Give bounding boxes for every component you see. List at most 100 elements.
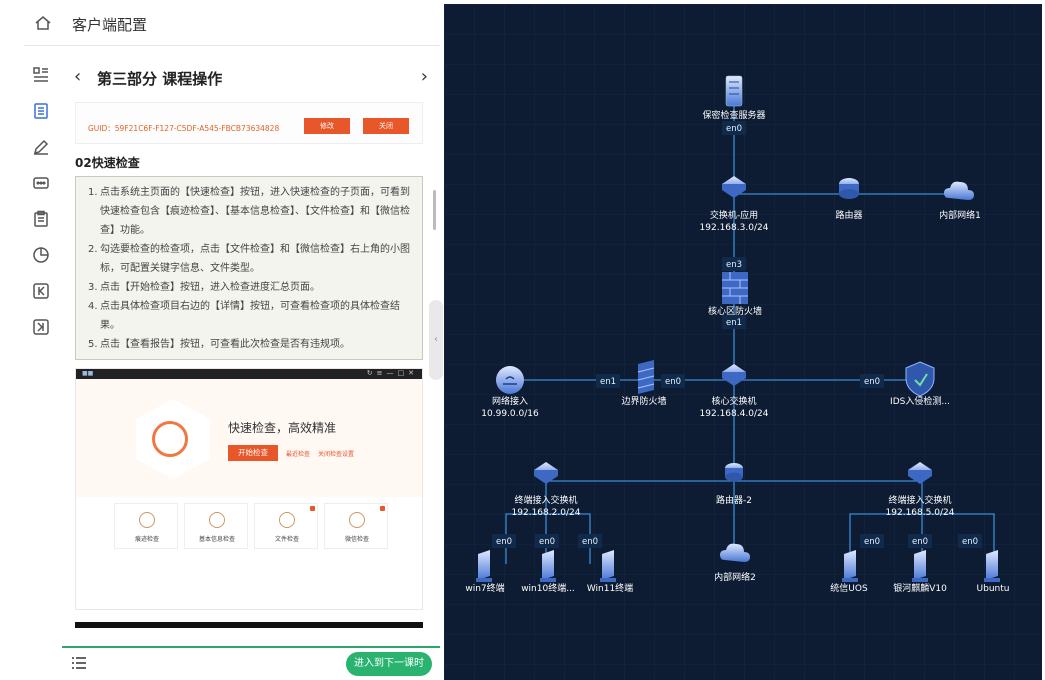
prev-chapter-icon[interactable] [32, 282, 52, 302]
steps-box: 1. 点击系统主页面的【快速检查】按钮，进入快速检查的子页面，可看到快速检查包含【… [75, 176, 423, 360]
port-tag: en1 [600, 377, 616, 387]
port-tag: en0 [496, 537, 512, 547]
start-check-button: 开始检查 [228, 445, 278, 461]
port-tag: en0 [539, 537, 555, 547]
node-label: 边界防火墙 [621, 395, 666, 407]
modify-button[interactable]: 修改 [304, 118, 350, 134]
page-title: 客户端配置 [72, 16, 148, 34]
port-tag: en0 [726, 124, 742, 134]
screenshot-titlebar: ■■ ↻≡—□✕ [76, 369, 422, 379]
node-label: 路由器-2 [716, 494, 752, 506]
course-panel: ‹ 第三部分 课程操作 › GUID：59F21C6F-F127-C5DF-A5… [62, 46, 440, 646]
server-icon[interactable] [725, 75, 743, 107]
node-subnet: 192.168.2.0/24 [512, 508, 581, 518]
step-item: 4. 点击具体检查项目右边的【详情】按钮，可查看检查项的具体检查结果。 [88, 301, 400, 331]
step-item: 3. 点击【开始检查】按钮，进入检查进度汇总页面。 [88, 282, 320, 293]
step-item: 1. 点击系统主页面的【快速检查】按钮，进入快速检查的子页面，可看到快速检查包含【… [88, 187, 410, 236]
port-tag: en3 [726, 260, 742, 270]
document-icon[interactable] [32, 102, 52, 122]
check-cards: 痕迹检查 基本信息检查 文件检查 微信检查 [76, 497, 422, 557]
wechat-icon [349, 512, 365, 528]
app-logo-icon: ■■ [82, 370, 94, 377]
pie-chart-icon[interactable] [32, 246, 52, 266]
subsection-title: 02快速检查 [75, 156, 140, 170]
section-heading: 第三部分 课程操作 [97, 70, 223, 88]
quick-check-icon [136, 399, 210, 479]
basic-info-card: 基本信息检查 [184, 503, 248, 549]
node-label: 终端接入交换机 [514, 494, 577, 506]
node-label: 交换机-应用 [710, 209, 758, 221]
screenshot-headline: 快速检查，高效精准 [228, 421, 337, 435]
guid-card: GUID：59F21C6F-F127-C5DF-A545-FBCB7363482… [75, 102, 423, 144]
node-label: IDS入侵检测... [890, 395, 950, 407]
fingerprint-icon [139, 512, 155, 528]
node-subnet: 192.168.4.0/24 [700, 409, 769, 419]
file-check-card: 文件检查 [254, 503, 318, 549]
settings-badge-icon [380, 506, 385, 511]
step-item: 2. 勾选要检查的检查项，点击【文件检查】和【微信检查】右上角的小图标，可配置关键… [88, 244, 410, 274]
next-lesson-button[interactable]: 进入到下一课时 [346, 652, 432, 676]
pencil-icon[interactable] [32, 138, 52, 158]
settings-badge-icon [310, 506, 315, 511]
screenshot-hero: 快速检查，高效精准 开始检查 最近检查 关闭检查设置 [76, 379, 422, 497]
embedded-screenshot: ■■ ↻≡—□✕ 快速检查，高效精准 开始检查 最近检查 关闭检查设置 痕迹检查… [75, 368, 423, 610]
node-label: 银河麒麟V10 [893, 582, 947, 594]
node-label: 内部网络1 [939, 209, 981, 221]
port-tag: en0 [912, 537, 928, 547]
top-bar: 客户端配置 [24, 0, 440, 46]
window-controls-icon: ↻≡—□✕ [366, 369, 418, 377]
node-label: 核心交换机 [711, 395, 756, 407]
step-item: 5. 点击【查看报告】按钮，可查看此次检查是否有违规项。 [88, 339, 350, 350]
node-subnet: 10.99.0.0/16 [481, 409, 539, 419]
node-label: win10终端... [521, 582, 575, 594]
content-scroll[interactable]: GUID：59F21C6F-F127-C5DF-A545-FBCB7363482… [62, 102, 440, 646]
recent-check-link: 最近检查 [286, 451, 311, 458]
router-icon[interactable] [496, 366, 524, 394]
app-root: 客户端配置 ‹ 第三部分 课程操作 › GUID：59F21C6F-F127-C… [0, 0, 1045, 680]
chevron-right-icon[interactable]: › [421, 66, 428, 87]
list-menu-icon[interactable] [70, 654, 88, 672]
trace-check-card: 痕迹检查 [114, 503, 178, 549]
port-tag: en0 [665, 377, 681, 387]
panel-footer: 进入到下一课时 [62, 646, 440, 680]
panel-header: ‹ 第三部分 课程操作 › [62, 46, 440, 102]
chevron-left-icon[interactable]: ‹ [74, 66, 81, 87]
close-button[interactable]: 关闭 [363, 118, 409, 134]
info-icon [209, 512, 225, 528]
router-icon[interactable] [725, 463, 743, 482]
icon-rail [24, 0, 60, 680]
port-tag: en1 [726, 318, 742, 328]
node-label: Win11终端 [587, 582, 633, 594]
topology-svg: 保密检查服务器 交换机-应用 192.168.3.0/24 路由器 内部网络1 [444, 4, 1042, 680]
firewall-icon[interactable] [722, 272, 748, 304]
node-label: 内部网络2 [714, 571, 756, 583]
port-tag: en0 [864, 377, 880, 387]
outline-icon[interactable] [32, 66, 52, 86]
more-icon[interactable] [32, 174, 52, 194]
wechat-check-card: 微信检查 [324, 503, 388, 549]
node-subnet: 192.168.3.0/24 [700, 223, 769, 233]
guid-text: GUID：59F21C6F-F127-C5DF-A545-FBCB7363482… [88, 124, 280, 133]
node-label: 统信UOS [830, 582, 868, 594]
router-icon[interactable] [839, 178, 859, 199]
node-label: 网络接入 [492, 395, 528, 407]
port-tag: en0 [962, 537, 978, 547]
scrollbar-thumb[interactable] [433, 190, 436, 230]
topology-canvas[interactable]: 保密检查服务器 交换机-应用 192.168.3.0/24 路由器 内部网络1 [444, 4, 1042, 680]
panel-splitter[interactable]: ‹ [429, 0, 443, 680]
embedded-screenshot-2 [75, 622, 423, 646]
file-search-icon [279, 512, 295, 528]
check-settings-link: 关闭检查设置 [318, 451, 355, 458]
node-label: 路由器 [835, 209, 862, 221]
firewall-icon[interactable] [637, 360, 655, 394]
node-label: win7终端 [465, 582, 504, 594]
clipboard-icon[interactable] [32, 210, 52, 230]
node-subnet: 192.168.5.0/24 [886, 508, 955, 518]
node-label: 终端接入交换机 [888, 494, 951, 506]
port-tag: en0 [582, 537, 598, 547]
collapse-handle-icon[interactable]: ‹ [429, 300, 443, 380]
node-label: Ubuntu [977, 584, 1010, 594]
port-tag: en0 [864, 537, 880, 547]
next-chapter-icon[interactable] [32, 318, 52, 338]
node-label: 保密检查服务器 [702, 109, 765, 121]
